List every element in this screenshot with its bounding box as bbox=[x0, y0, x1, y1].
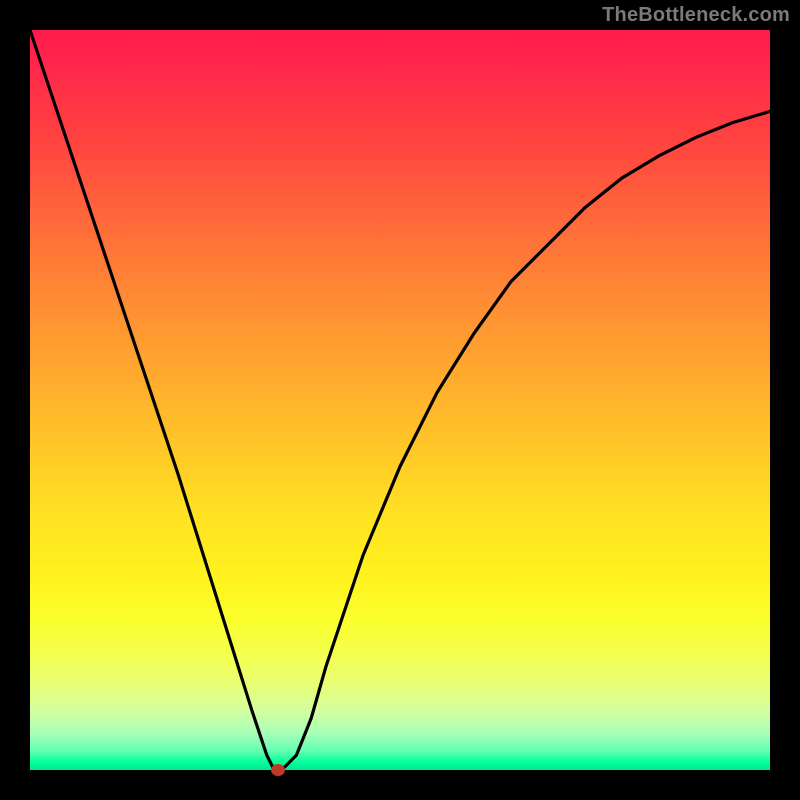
watermark-text: TheBottleneck.com bbox=[602, 4, 790, 27]
gradient-plot-area bbox=[30, 30, 770, 770]
chart-frame: TheBottleneck.com bbox=[0, 0, 800, 800]
optimal-point-marker bbox=[271, 764, 285, 776]
